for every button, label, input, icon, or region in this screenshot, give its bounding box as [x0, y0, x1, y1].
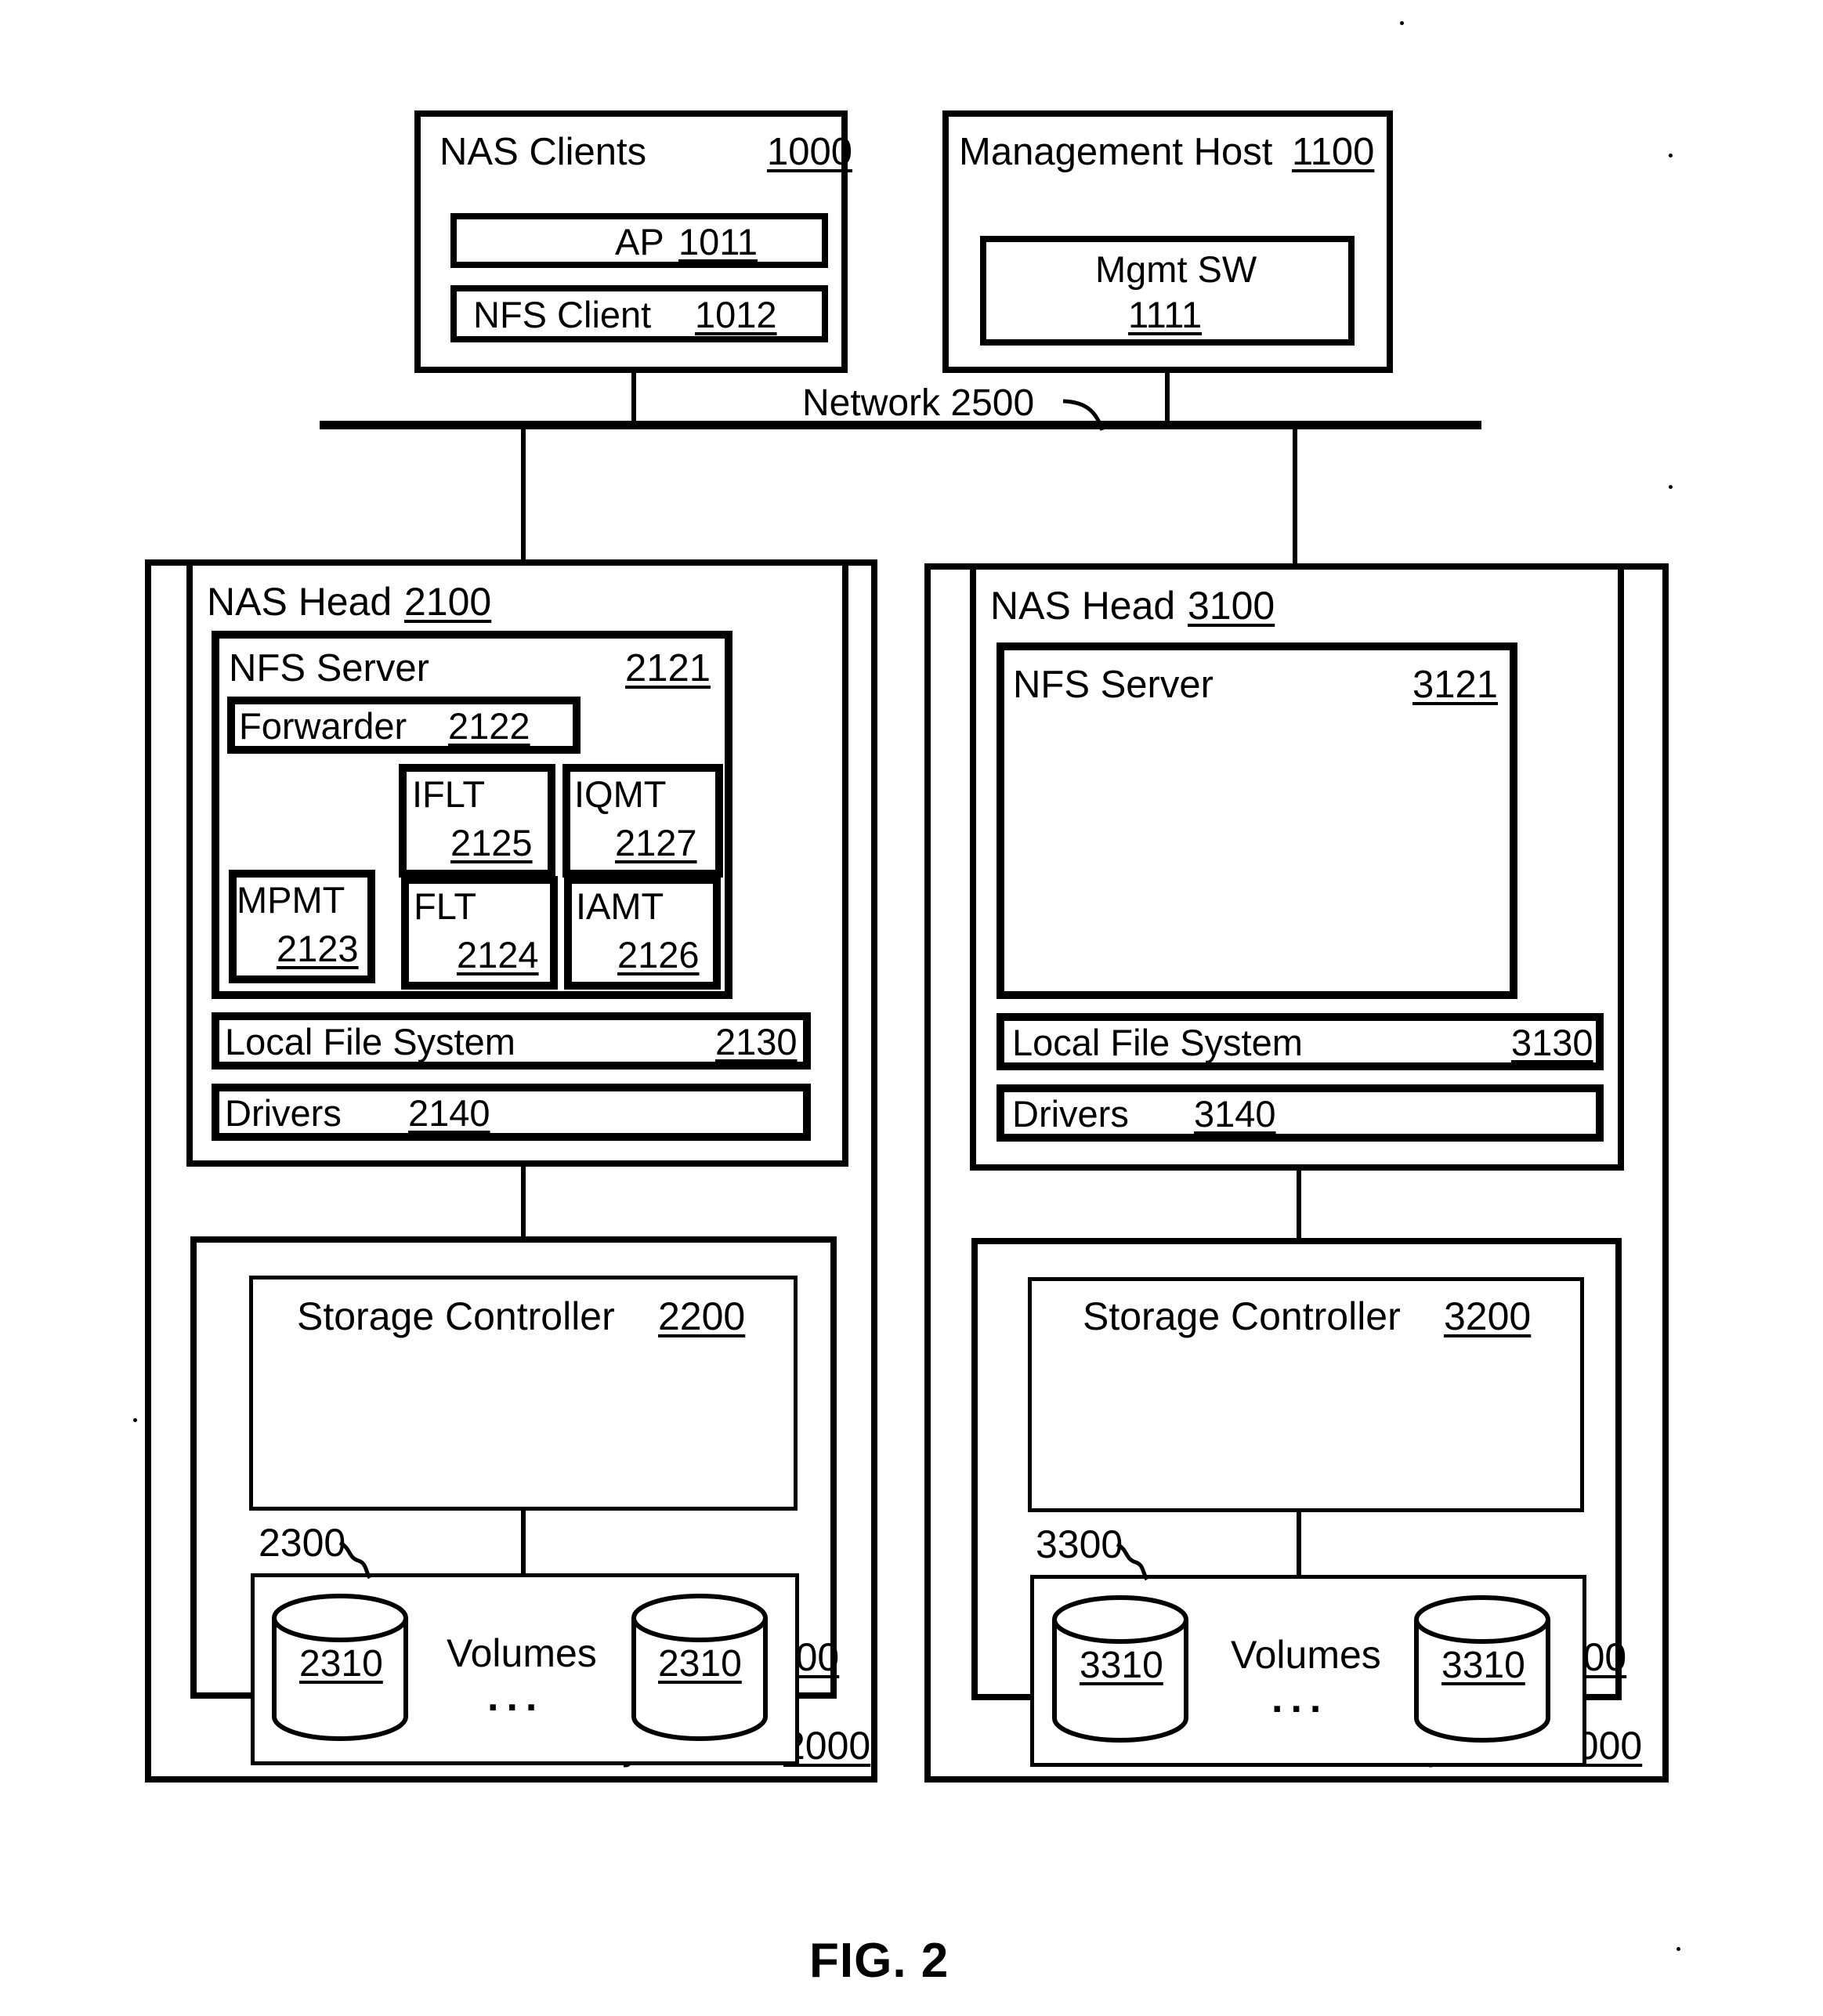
iqmt-2127-title: IQMT — [574, 773, 667, 815]
volume-2310-right-ref: 2310 — [658, 1643, 742, 1685]
nfs-server-2121-title: NFS Server — [229, 647, 429, 689]
nas-system-network-drop — [1293, 427, 1297, 566]
storage-controller-3200-ref: 3200 — [1444, 1294, 1532, 1338]
patent-figure-page: NAS Clients 1000 AP 1011 NFS Client 1012… — [0, 0, 1823, 2016]
ap-title: AP — [615, 221, 664, 262]
nfs-client-title: NFS Client — [473, 294, 652, 335]
nas-clients-ref: 1000 — [767, 131, 853, 173]
forwarder-2122-title: Forwarder — [239, 705, 407, 747]
local-file-system-3130-title: Local File System — [1012, 1022, 1303, 1063]
nfs-server-2121-ref: 2121 — [625, 647, 711, 689]
storage-controller-2200-ref: 2200 — [658, 1294, 746, 1338]
network-label: Network 2500 — [802, 382, 1035, 424]
mgmt-sw-title: Mgmt SW — [1095, 248, 1257, 290]
management-host-ref: 1100 — [1292, 131, 1375, 173]
mgmt-sw-ref: 1111 — [1128, 294, 1203, 335]
mpmt-2123-ref: 2123 — [277, 928, 359, 969]
nas-head-3100-to-storage-connector — [1297, 1171, 1301, 1241]
nas-clients-title: NAS Clients — [439, 131, 647, 173]
scan-speck — [133, 1418, 137, 1422]
volumes-label-left: Volumes — [447, 1631, 597, 1675]
volume-3310-left-ref: 3310 — [1080, 1645, 1163, 1686]
drivers-2140-title: Drivers — [225, 1092, 342, 1134]
volumes-group-3300-label: 3300 — [1036, 1522, 1123, 1566]
mpmt-2123-title: MPMT — [237, 879, 345, 921]
iamt-2126-title: IAMT — [576, 885, 664, 927]
nfs-server-3121-title: NFS Server — [1013, 664, 1214, 706]
volumes-label-right: Volumes — [1231, 1633, 1381, 1677]
nas-head-2100-title: NAS Head — [207, 580, 392, 624]
nas-clients-network-drop — [631, 373, 636, 427]
ap-ref: 1011 — [678, 221, 758, 262]
nas-head-3100-ref: 3100 — [1188, 584, 1275, 628]
nfs-server-3121-ref: 3121 — [1412, 664, 1499, 706]
scan-speck — [1677, 1947, 1680, 1951]
management-host-title: Management Host — [959, 131, 1273, 173]
nas-head-2100-ref: 2100 — [404, 580, 492, 624]
storage-controller-3200-title: Storage Controller — [1083, 1294, 1401, 1338]
management-host-network-drop — [1165, 373, 1170, 427]
volume-3310-right-ref: 3310 — [1441, 1645, 1525, 1686]
nas-head-2100-to-storage-connector — [521, 1167, 526, 1237]
local-file-system-2130-ref: 2130 — [715, 1021, 798, 1062]
network-leader-line — [1062, 399, 1105, 431]
scan-speck — [1669, 485, 1673, 489]
storage-controller-3200-to-volumes-connector — [1297, 1512, 1301, 1575]
forwarder-2122-ref: 2122 — [448, 705, 530, 747]
iamt-2126-ref: 2126 — [617, 934, 700, 975]
nas-virtualization-network-drop — [521, 427, 526, 560]
volumes-group-2300-leader-line — [338, 1540, 372, 1580]
iqmt-2127-ref: 2127 — [615, 822, 697, 863]
scan-speck — [1400, 21, 1404, 25]
drivers-2140-ref: 2140 — [408, 1092, 490, 1134]
iflt-2125-ref: 2125 — [450, 822, 533, 863]
local-file-system-2130-title: Local File System — [225, 1021, 515, 1062]
volumes-ellipsis-left: ... — [487, 1674, 545, 1720]
volumes-ellipsis-right: ... — [1271, 1676, 1329, 1721]
flt-2124-ref: 2124 — [457, 934, 539, 975]
iflt-2125-title: IFLT — [412, 773, 486, 815]
figure-caption: FIG. 2 — [809, 1934, 949, 1988]
nas-head-3100-title: NAS Head — [990, 584, 1176, 628]
volume-2310-left-ref: 2310 — [299, 1643, 383, 1685]
volumes-group-3300-leader-line — [1116, 1542, 1149, 1581]
flt-2124-title: FLT — [414, 885, 477, 927]
volumes-group-2300-label: 2300 — [259, 1521, 346, 1565]
nfs-client-ref: 1012 — [695, 294, 777, 335]
drivers-3140-title: Drivers — [1012, 1093, 1129, 1135]
scan-speck — [1669, 154, 1673, 157]
storage-controller-2200-to-volumes-connector — [521, 1511, 526, 1573]
local-file-system-3130-ref: 3130 — [1511, 1022, 1593, 1063]
drivers-3140-ref: 3140 — [1194, 1093, 1276, 1135]
storage-controller-2200-title: Storage Controller — [297, 1294, 615, 1338]
